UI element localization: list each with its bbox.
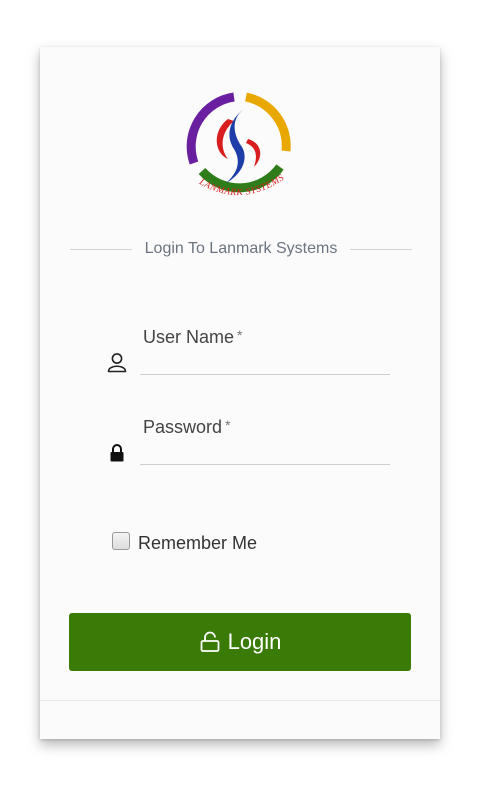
password-label: Password * bbox=[143, 417, 231, 437]
username-field: User Name * bbox=[106, 327, 390, 375]
login-button-label: Login bbox=[227, 629, 282, 654]
login-heading-divider: Login To Lanmark Systems bbox=[70, 239, 412, 259]
password-input[interactable] bbox=[140, 439, 390, 465]
remember-me-checkbox[interactable] bbox=[112, 531, 130, 550]
login-heading: Login To Lanmark Systems bbox=[144, 240, 338, 257]
user-icon bbox=[107, 353, 127, 373]
password-field: Password * bbox=[106, 417, 390, 465]
lock-icon bbox=[110, 444, 124, 462]
remember-me: Remember Me bbox=[112, 527, 257, 554]
username-label: User Name * bbox=[143, 327, 243, 347]
card-footer-divider bbox=[40, 700, 440, 701]
divider-line-left bbox=[70, 248, 132, 250]
divider-line-right bbox=[350, 248, 412, 250]
login-card: LANMARK SYSTEMS Login To Lanmark Systems… bbox=[40, 47, 440, 739]
login-button[interactable]: Login bbox=[69, 613, 411, 671]
username-input[interactable] bbox=[140, 349, 390, 375]
unlock-icon bbox=[200, 631, 219, 652]
remember-me-label[interactable]: Remember Me bbox=[138, 533, 257, 554]
company-logo: LANMARK SYSTEMS bbox=[186, 92, 291, 198]
